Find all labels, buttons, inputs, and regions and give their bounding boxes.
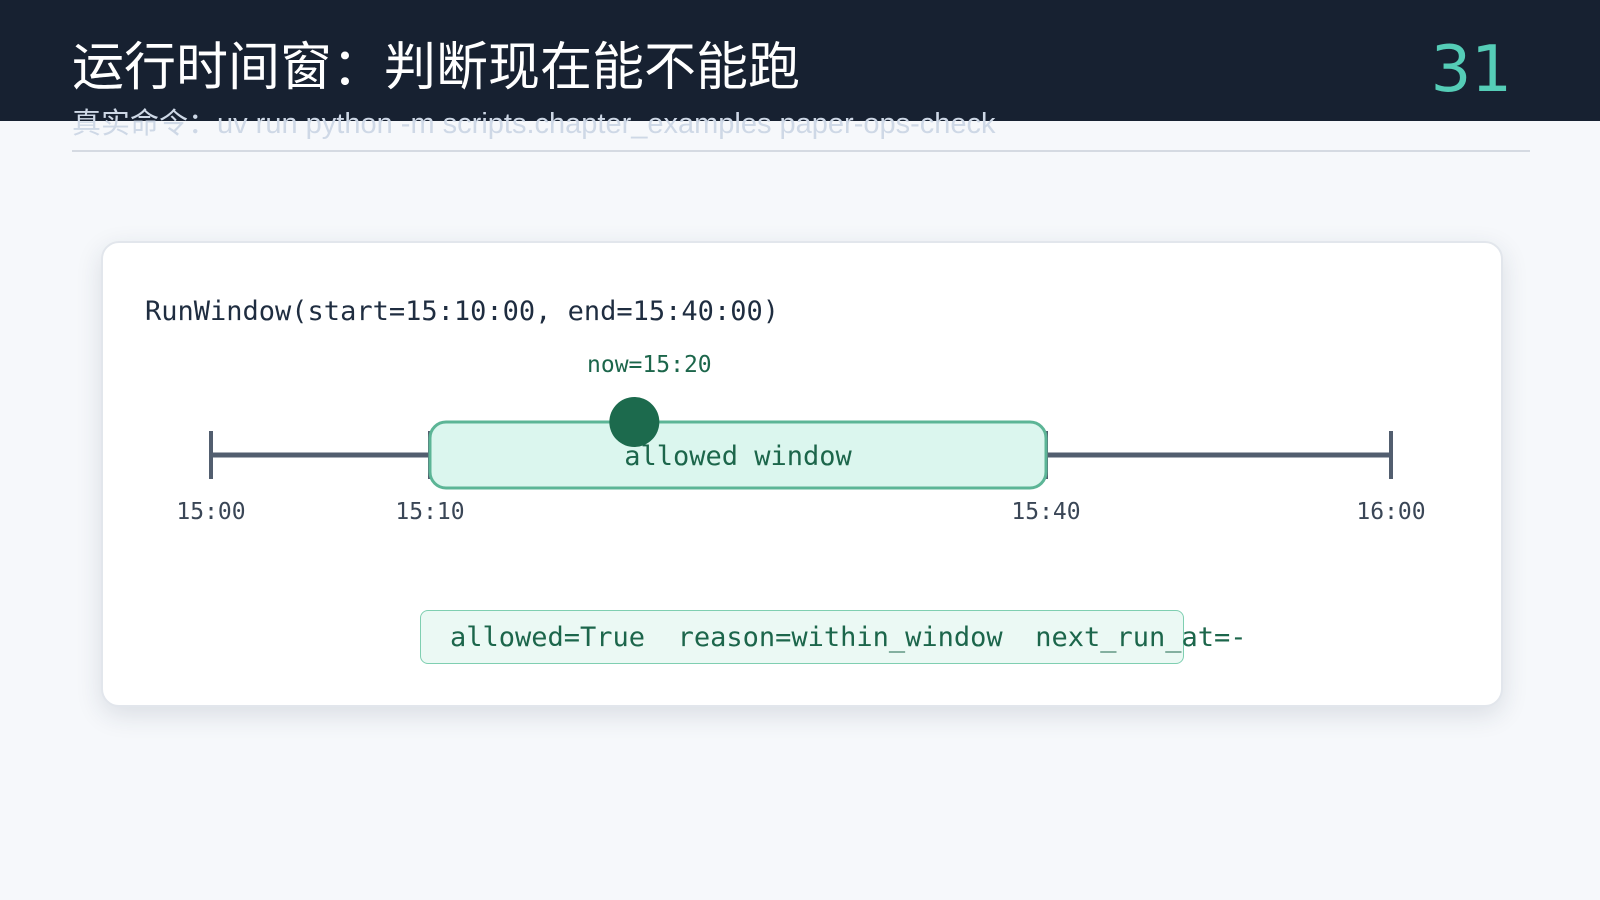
now-marker-dot — [609, 397, 660, 447]
allowed-window-label: allowed window — [624, 441, 852, 472]
result-text: allowed=True reason=within_window next_r… — [450, 622, 1247, 653]
timeline-layer: allowed window 15:00 15:10 15:40 16:00 now=15… — [176, 352, 1425, 525]
tick-label-0: 15:00 — [176, 499, 245, 525]
timeline-diagram: allowed window 15:00 15:10 15:40 16:00 now=15… — [176, 352, 1425, 525]
tick-label-1: 15:10 — [395, 499, 464, 525]
tick-label-2: 15:40 — [1011, 499, 1080, 525]
now-label: now=15:20 — [587, 352, 712, 378]
tick-label-3: 16:00 — [1356, 499, 1425, 525]
